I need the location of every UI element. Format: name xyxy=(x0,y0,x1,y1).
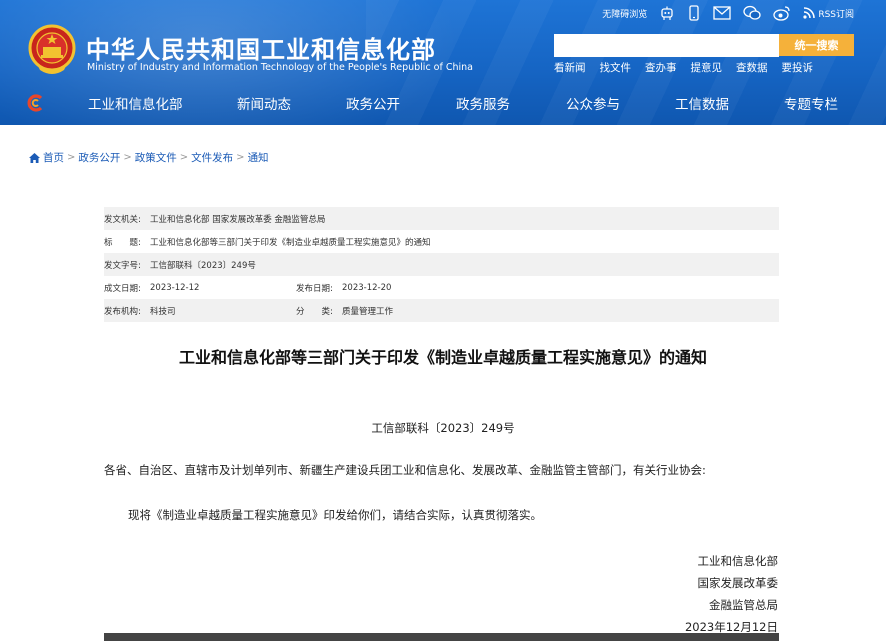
main-nav: 工业和信息化部 新闻动态 政务公开 政务服务 公众参与 工信数据 专题专栏 xyxy=(0,86,886,120)
document-signers: 工业和信息化部 国家发展改革委 金融监管总局 2023年12月12日 xyxy=(685,550,778,638)
accessible-browse-link[interactable]: 无障碍浏览 xyxy=(602,7,647,20)
info-row-docno: 发文字号: 工信部联科〔2023〕249号 xyxy=(104,253,779,276)
created-date-value: 2023-12-12 xyxy=(150,282,200,293)
signer-ndrc: 国家发展改革委 xyxy=(697,576,779,590)
document-number: 工信部联科〔2023〕249号 xyxy=(371,421,515,435)
breadcrumb-gov-affairs[interactable]: 政务公开 xyxy=(78,150,120,165)
top-links: 无障碍浏览 RSS订阅 xyxy=(602,3,854,23)
nav-news[interactable]: 新闻动态 xyxy=(237,93,291,113)
document-title: 工业和信息化部等三部门关于印发《制造业卓越质量工程实施意见》的通知 xyxy=(178,348,707,367)
org-label: 发布机构: xyxy=(104,306,141,317)
nav-public-participation[interactable]: 公众参与 xyxy=(566,93,620,113)
rss-icon xyxy=(803,7,816,19)
breadcrumb-separator: > xyxy=(236,152,245,163)
signer-miit: 工业和信息化部 xyxy=(697,554,779,568)
quick-links: 看新闻 找文件 查办事 提意见 查数据 要投诉 xyxy=(554,60,813,75)
category-value: 质量管理工作 xyxy=(342,306,394,317)
info-row-title: 标 题: 工业和信息化部等三部门关于印发《制造业卓越质量工程实施意见》的通知 xyxy=(104,230,779,253)
org-value: 科技司 xyxy=(150,306,176,317)
search-input[interactable] xyxy=(554,34,779,57)
breadcrumb: 首页 > 政务公开 > 政策文件 > 文件发布 > 通知 xyxy=(28,150,269,165)
site-title[interactable]: 中华人民共和国工业和信息化部 xyxy=(86,30,436,65)
breadcrumb-file-release[interactable]: 文件发布 xyxy=(191,150,233,165)
rss-link[interactable]: RSS订阅 xyxy=(803,7,854,20)
breadcrumb-notice[interactable]: 通知 xyxy=(248,150,269,165)
national-emblem-icon[interactable] xyxy=(28,24,76,76)
issuer-label: 发文机关: xyxy=(104,214,141,225)
breadcrumb-separator: > xyxy=(179,152,189,163)
breadcrumb-separator: > xyxy=(67,152,76,163)
created-date-label: 成文日期: xyxy=(104,283,141,294)
docno-value: 工信部联科〔2023〕249号 xyxy=(150,260,256,271)
mobile-icon[interactable] xyxy=(687,5,701,21)
issuer-value: 工业和信息化部 国家发展改革委 金融监管总局 xyxy=(150,214,326,225)
unified-search-button[interactable]: 统一搜索 xyxy=(779,34,854,56)
info-row-dates: 成文日期: 2023-12-12 发布日期: 2023-12-20 xyxy=(104,276,779,299)
site-header: 中华人民共和国工业和信息化部 Ministry of Industry and … xyxy=(0,0,886,125)
quick-link-feedback[interactable]: 提意见 xyxy=(691,60,723,75)
nav-gov-affairs[interactable]: 政务公开 xyxy=(346,93,400,113)
category-label: 分 类: xyxy=(296,306,333,317)
attachment-bar xyxy=(104,633,779,641)
quick-link-services[interactable]: 查办事 xyxy=(645,60,677,75)
document-addressee: 各省、自治区、直辖市及计划单列市、新疆生产建设兵团工业和信息化、发展改革、金融监… xyxy=(104,463,706,477)
mail-icon[interactable] xyxy=(713,6,731,20)
document-info-table: 发文机关: 工业和信息化部 国家发展改革委 金融监管总局 标 题: 工业和信息化… xyxy=(104,207,779,322)
title-label: 标 题: xyxy=(104,237,141,248)
search-field[interactable] xyxy=(554,34,779,57)
nav-miit[interactable]: 工业和信息化部 xyxy=(88,93,183,113)
nav-gov-services[interactable]: 政务服务 xyxy=(456,93,510,113)
weibo-icon[interactable] xyxy=(773,5,791,21)
breadcrumb-policy-files[interactable]: 政策文件 xyxy=(135,150,177,165)
breadcrumb-separator: > xyxy=(123,152,132,163)
signer-nfra: 金融监管总局 xyxy=(709,598,778,612)
wechat-icon[interactable] xyxy=(743,5,761,21)
nav-data[interactable]: 工信数据 xyxy=(675,93,729,113)
info-row-org: 发布机构: 科技司 分 类: 质量管理工作 xyxy=(104,299,779,322)
published-date-value: 2023-12-20 xyxy=(342,282,392,293)
title-value: 工业和信息化部等三部门关于印发《制造业卓越质量工程实施意见》的通知 xyxy=(150,237,431,248)
info-row-issuer: 发文机关: 工业和信息化部 国家发展改革委 金融监管总局 xyxy=(104,207,779,230)
rss-label: RSS订阅 xyxy=(818,9,854,20)
docno-label: 发文字号: xyxy=(104,260,141,271)
published-date-label: 发布日期: xyxy=(296,283,333,294)
home-logo-icon[interactable] xyxy=(27,94,45,112)
quick-link-news[interactable]: 看新闻 xyxy=(554,60,586,75)
site-subtitle: Ministry of Industry and Information Tec… xyxy=(87,62,473,73)
breadcrumb-home[interactable]: 首页 xyxy=(43,150,64,165)
nav-special-topics[interactable]: 专题专栏 xyxy=(784,93,838,113)
quick-link-complaint[interactable]: 要投诉 xyxy=(782,60,814,75)
document-body: 现将《制造业卓越质量工程实施意见》印发给你们，请结合实际，认真贯彻落实。 xyxy=(128,508,542,522)
robot-assistant-icon[interactable] xyxy=(659,5,675,21)
home-icon xyxy=(29,152,40,163)
quick-link-files[interactable]: 找文件 xyxy=(600,60,632,75)
quick-link-data[interactable]: 查数据 xyxy=(736,60,768,75)
